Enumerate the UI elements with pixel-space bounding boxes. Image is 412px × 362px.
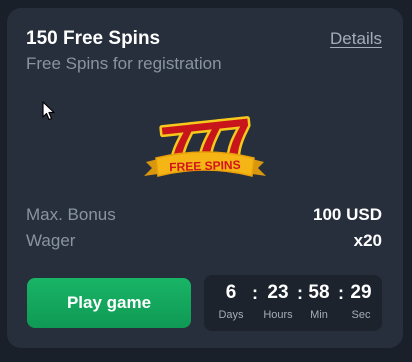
bonus-title: 150 Free Spins	[26, 28, 161, 49]
free-spins-card: 150 Free Spins Details Free Spins for re…	[7, 8, 403, 348]
free-spins-777-logo: 777 FREE SPINS	[144, 104, 266, 187]
details-link[interactable]: Details	[330, 29, 382, 49]
timer-seconds-label: Sec	[351, 309, 371, 321]
max-bonus-value: 100 USD	[313, 205, 382, 224]
timer-hours-label: Hours	[263, 309, 293, 321]
logo-ribbon-text: FREE SPINS	[169, 158, 241, 174]
max-bonus-label: Max. Bonus	[26, 205, 116, 224]
timer-minutes-value: 58	[308, 282, 330, 303]
wager-label: Wager	[26, 231, 76, 250]
timer-minutes-label: Min	[310, 309, 328, 321]
timer-minutes: 58 Min	[302, 281, 336, 322]
countdown-timer: 6 Days : 23 Hours : 58 Min : 29 Sec	[204, 275, 382, 331]
timer-hours-value: 23	[267, 282, 289, 303]
bonus-subtitle: Free Spins for registration	[26, 54, 222, 73]
timer-seconds-value: 29	[350, 282, 372, 303]
timer-days-value: 6	[225, 282, 237, 303]
timer-hours: 23 Hours	[258, 281, 298, 322]
timer-days: 6 Days	[216, 281, 246, 322]
wager-value: x20	[353, 231, 382, 250]
play-game-button[interactable]: Play game	[27, 278, 191, 328]
timer-seconds: 29 Sec	[344, 281, 378, 322]
mouse-pointer-icon	[42, 101, 55, 121]
timer-days-label: Days	[218, 309, 244, 321]
